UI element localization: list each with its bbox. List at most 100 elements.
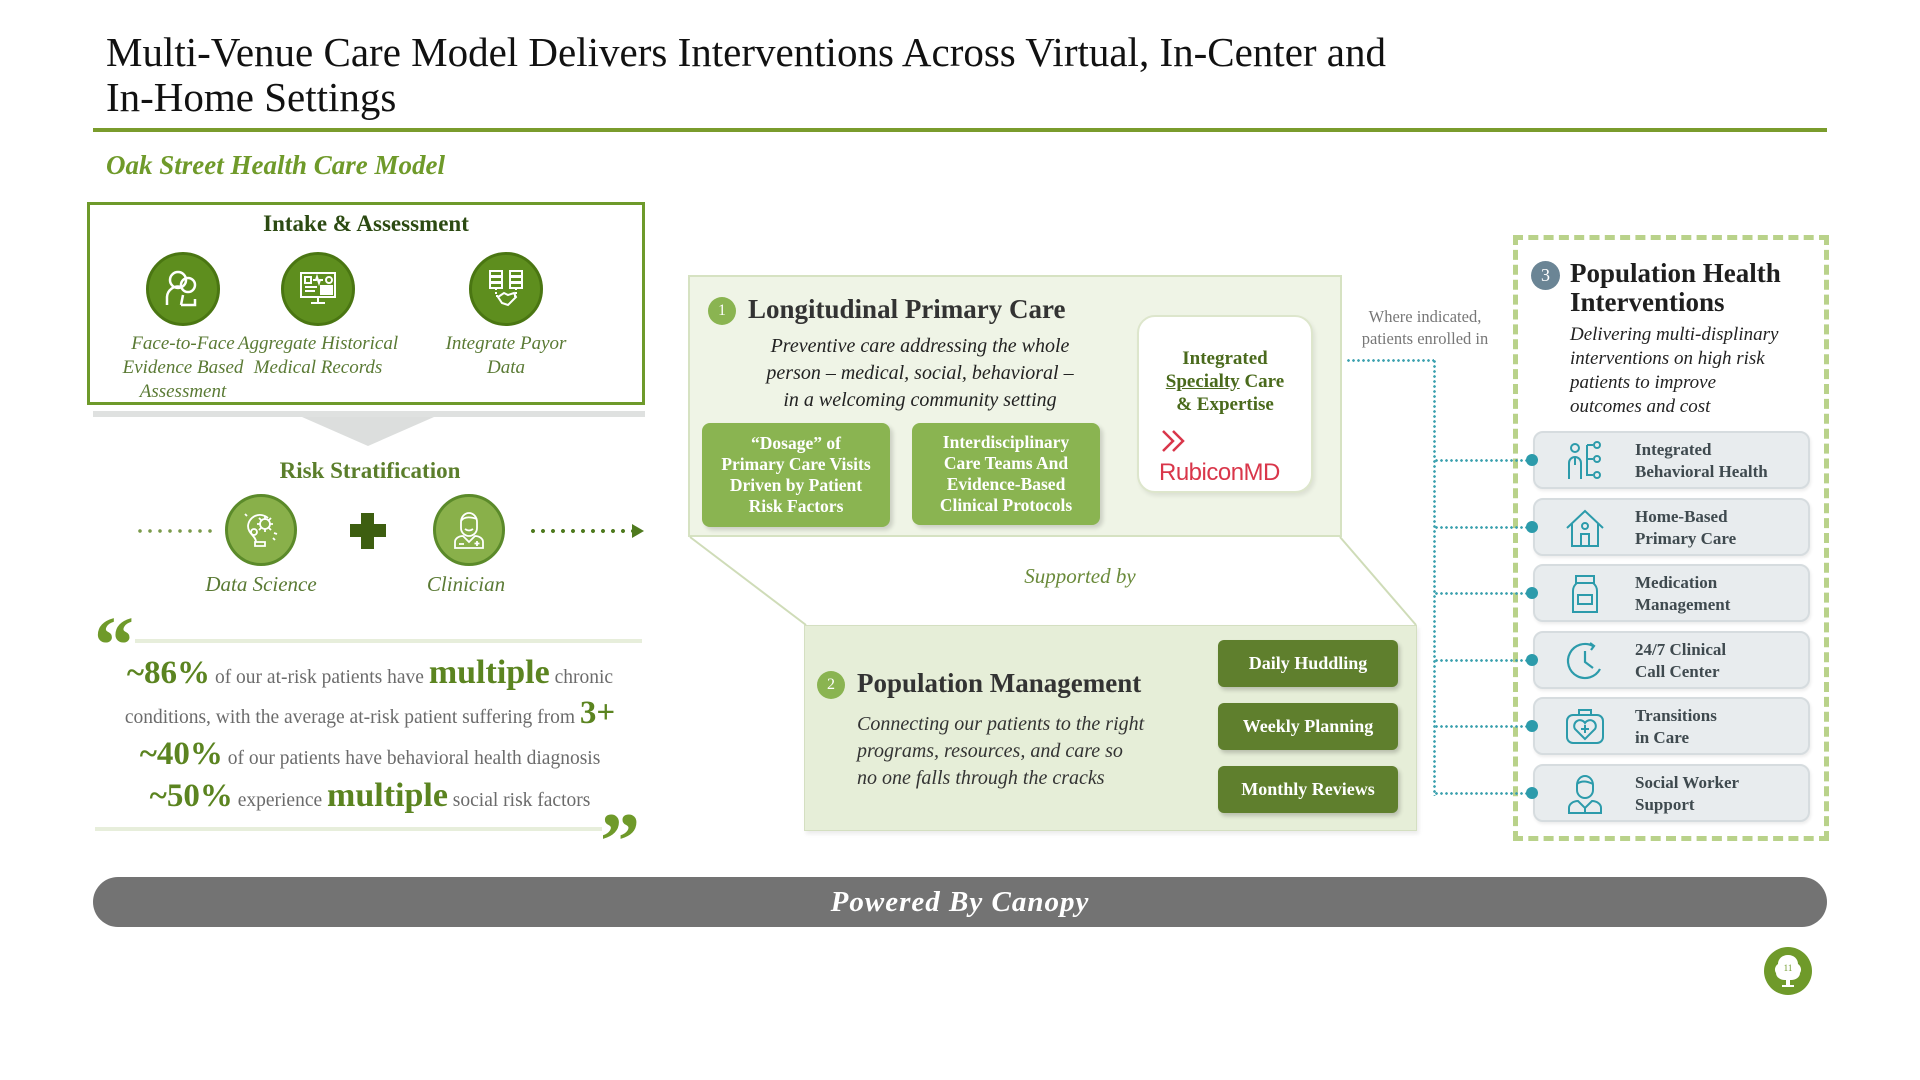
teal-connector-horizontal bbox=[1346, 359, 1434, 362]
dosage-box: “Dosage” of Primary Care Visits Driven b… bbox=[702, 423, 890, 527]
daily-huddling-button[interactable]: Daily Huddling bbox=[1218, 640, 1398, 687]
intervention-card: Home-Based Primary Care bbox=[1533, 497, 1810, 556]
specialty-underlined: Specialty bbox=[1165, 371, 1240, 392]
connector-right-line bbox=[1339, 536, 1417, 626]
title-line: Population Health bbox=[1570, 258, 1781, 288]
medication-bottle-icon bbox=[1563, 572, 1607, 616]
teal-connector-branch bbox=[1434, 658, 1528, 662]
intervention-label: 24/7 Clinical Call Center bbox=[1635, 639, 1727, 681]
stat-text: of our patients have behavioral health d… bbox=[222, 748, 601, 769]
popm-title: Population Management bbox=[857, 668, 1142, 698]
intake-label-line: Data bbox=[487, 357, 525, 378]
intake-item-medical-records: Aggregate Historical Medical Records bbox=[221, 252, 415, 380]
teal-connector-branch bbox=[1434, 525, 1528, 529]
intervention-label: Transitions in Care bbox=[1635, 706, 1717, 747]
stat-line-chronic: ~86% of our at-risk patients have multip… bbox=[90, 652, 650, 693]
intake-item-payor-data: Integrate Payor Data bbox=[411, 252, 601, 380]
intake-title: Intake & Assessment bbox=[263, 211, 469, 236]
title-line-1: Multi-Venue Care Model Delivers Interven… bbox=[106, 29, 1386, 75]
close-quote-icon: ” bbox=[600, 798, 640, 886]
desc-line: Connecting our patients to the right bbox=[857, 713, 1145, 735]
doctor-icon bbox=[433, 494, 505, 566]
note-line: patients enrolled in bbox=[1361, 329, 1489, 348]
clinician-label: Clinician bbox=[426, 572, 506, 596]
behavioral-health-icon bbox=[1563, 439, 1607, 483]
intervention-label: Integrated Behavioral Health bbox=[1635, 440, 1768, 481]
box-line: Interdisciplinary bbox=[942, 432, 1070, 452]
box-line: Clinical Protocols bbox=[939, 495, 1073, 515]
supported-by-label: Supported by bbox=[1024, 564, 1136, 588]
step-badge-2: 2 bbox=[817, 671, 845, 699]
powered-by-canopy-banner: Powered By Canopy bbox=[93, 877, 1827, 927]
stat-text: social risk factors bbox=[447, 790, 591, 811]
clock-icon bbox=[1563, 639, 1607, 683]
specialty-line: Integrated bbox=[1182, 348, 1268, 369]
connector-dot bbox=[1526, 520, 1538, 533]
weekly-planning-button[interactable]: Weekly Planning bbox=[1218, 703, 1398, 750]
intake-label-line: Aggregate Historical bbox=[237, 333, 399, 354]
desc-line: interventions on high risk bbox=[1570, 348, 1765, 369]
specialty-care-text: Integrated Specialty Care & Expertise bbox=[1139, 347, 1311, 416]
specialty-care-card: Integrated Specialty Care & Expertise Ru… bbox=[1137, 315, 1313, 493]
stat-text: of our at-risk patients have bbox=[210, 667, 429, 688]
medical-kit-icon bbox=[1563, 705, 1607, 749]
connector-dot bbox=[1526, 786, 1538, 799]
specialty-line: & Expertise bbox=[1176, 394, 1274, 415]
intervention-label: Medication Management bbox=[1635, 573, 1731, 614]
interdisciplinary-box: Interdisciplinary Care Teams And Evidenc… bbox=[912, 423, 1100, 525]
page-title: Multi-Venue Care Model Delivers Interven… bbox=[106, 30, 1606, 120]
teal-connector-branch bbox=[1434, 791, 1528, 795]
stat-emphasis: multiple bbox=[428, 654, 550, 691]
step-badge-3: 3 bbox=[1531, 261, 1560, 290]
rubiconmd-wordmark: RubiconMD bbox=[1159, 459, 1280, 486]
note-line: Where indicated, bbox=[1368, 307, 1482, 326]
box-line: Evidence-Based bbox=[946, 474, 1066, 494]
desc-line: no one falls through the cracks bbox=[857, 767, 1105, 789]
box-line: Care Teams And bbox=[943, 453, 1069, 473]
intake-label-line: Integrate Payor bbox=[445, 333, 567, 354]
intake-label-line: Assessment bbox=[139, 381, 227, 402]
medical-records-monitor-icon bbox=[281, 252, 355, 326]
intervention-label: Home-Based Primary Care bbox=[1635, 506, 1737, 548]
interventions-title: Population Health Interventions bbox=[1570, 259, 1781, 317]
specialty-line: Care bbox=[1239, 371, 1285, 392]
home-icon bbox=[1563, 506, 1607, 550]
stat-text: conditions, with the average at-risk pat… bbox=[124, 707, 580, 728]
dotted-connector-right bbox=[528, 529, 632, 533]
lpc-title: Longitudinal Primary Care bbox=[748, 294, 1066, 324]
intake-label-line: Medical Records bbox=[253, 357, 383, 378]
desc-line: programs, resources, and care so bbox=[857, 740, 1123, 762]
box-line: Primary Care Visits bbox=[721, 454, 871, 474]
intervention-label: Social Worker Support bbox=[1635, 772, 1740, 814]
teal-connector-branch bbox=[1434, 459, 1528, 462]
database-handshake-icon bbox=[469, 252, 543, 326]
people-icon bbox=[146, 252, 220, 326]
connector-dot bbox=[1526, 587, 1538, 599]
desc-line: Preventive care addressing the whole bbox=[770, 335, 1070, 357]
title-line-2: In-Home Settings bbox=[106, 74, 397, 120]
stat-value: ~86% bbox=[126, 655, 211, 691]
desc-line: patients to improve bbox=[1570, 372, 1716, 393]
intervention-card: Integrated Behavioral Health bbox=[1533, 431, 1810, 489]
connector-left-line bbox=[689, 536, 807, 626]
connector-dot bbox=[1526, 720, 1538, 732]
monthly-reviews-button[interactable]: Monthly Reviews bbox=[1218, 766, 1398, 813]
intake-assessment-panel: Intake & Assessment Face-to-Face Evidenc… bbox=[87, 202, 645, 405]
rubiconmd-logo: RubiconMD bbox=[1159, 427, 1299, 487]
stats-quote: ~86% of our at-risk patients have multip… bbox=[90, 652, 650, 816]
title-line: Interventions bbox=[1570, 287, 1725, 317]
connector-dot bbox=[1526, 454, 1538, 466]
stat-line-conditions: conditions, with the average at-risk pat… bbox=[90, 693, 650, 734]
stat-line-social: ~50% experience multiple social risk fac… bbox=[90, 775, 650, 816]
popm-description: Connecting our patients to the right pro… bbox=[857, 711, 1197, 792]
stat-value: ~40% bbox=[139, 736, 223, 772]
risk-stratification-title: Risk Stratification bbox=[279, 458, 461, 483]
lpc-description: Preventive care addressing the whole per… bbox=[710, 333, 1130, 414]
title-divider bbox=[93, 128, 1827, 132]
quote-rule-top bbox=[135, 639, 642, 643]
dotted-connector-left bbox=[135, 529, 213, 533]
stat-value: 3+ bbox=[579, 695, 616, 731]
box-line: Risk Factors bbox=[748, 496, 844, 516]
page-number: 11 bbox=[1783, 963, 1793, 973]
plus-icon-bar bbox=[350, 524, 386, 537]
